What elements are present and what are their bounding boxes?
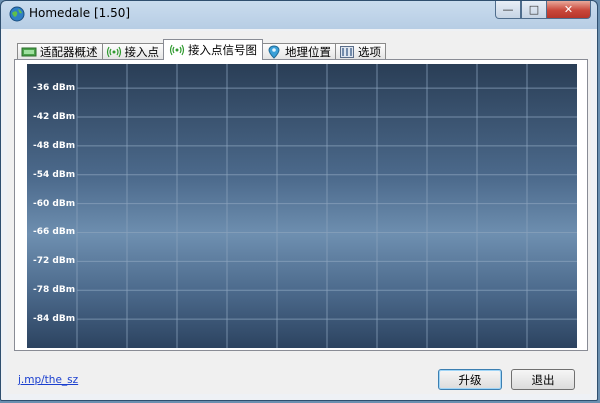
- exit-button[interactable]: 退出: [511, 369, 575, 390]
- y-tick-label: -42 dBm: [33, 111, 76, 122]
- tab-signal-graph[interactable]: 接入点信号图: [163, 39, 263, 60]
- y-tick-label: -48 dBm: [33, 140, 76, 151]
- y-tick-label: -54 dBm: [33, 169, 76, 180]
- wireless-icon: [106, 46, 122, 59]
- chart-svg: [76, 64, 577, 348]
- y-tick-label: -78 dBm: [33, 285, 76, 296]
- tab-panel: -36 dBm -42 dBm -48 dBm -54 dBm -60 dBm -66 d…: [14, 59, 588, 351]
- y-tick-label: -66 dBm: [33, 227, 76, 238]
- tab-strip: 适配器概述 接入点 接入点信号图 地理位置 选项: [17, 38, 386, 60]
- tab-label: 选项: [358, 45, 381, 59]
- map-pin-icon: [266, 45, 282, 59]
- wireless-icon: [169, 44, 185, 57]
- tab-label: 地理位置: [285, 45, 331, 59]
- title-bar[interactable]: Homedale [1.50] — □ ✕: [1, 1, 597, 29]
- y-tick-label: -84 dBm: [33, 314, 76, 325]
- adapter-icon: [21, 46, 37, 59]
- window-title: Homedale [1.50]: [29, 6, 131, 20]
- y-tick-label: -36 dBm: [33, 83, 76, 94]
- close-button[interactable]: ✕: [547, 1, 591, 19]
- tab-geo-location[interactable]: 地理位置: [262, 43, 336, 60]
- options-icon: [339, 46, 355, 59]
- window-controls: — □ ✕: [495, 1, 591, 21]
- website-link[interactable]: j.mp/the_sz: [18, 374, 78, 386]
- y-tick-label: -72 dBm: [33, 256, 76, 267]
- maximize-button[interactable]: □: [521, 1, 547, 19]
- minimize-button[interactable]: —: [495, 1, 521, 19]
- tab-adapter-overview[interactable]: 适配器概述: [17, 43, 103, 60]
- tab-label: 适配器概述: [40, 45, 98, 59]
- globe-icon: [9, 6, 25, 22]
- upgrade-button[interactable]: 升级: [438, 369, 502, 390]
- y-tick-label: -60 dBm: [33, 198, 76, 209]
- tab-options[interactable]: 选项: [335, 43, 386, 60]
- app-window: Homedale [1.50] — □ ✕ 适配器概述 接入点 接入点信号图 地…: [0, 0, 598, 401]
- tab-label: 接入点信号图: [188, 43, 257, 57]
- client-area: 适配器概述 接入点 接入点信号图 地理位置 选项 -36 dBm -42 dBm…: [7, 31, 591, 394]
- tab-access-points[interactable]: 接入点: [101, 43, 164, 60]
- signal-chart: -36 dBm -42 dBm -48 dBm -54 dBm -60 dBm -66 d…: [27, 64, 577, 348]
- tab-label: 接入点: [124, 45, 160, 59]
